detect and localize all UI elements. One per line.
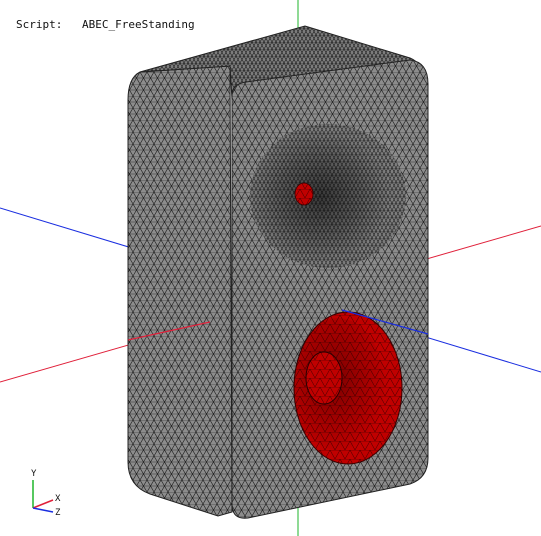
script-name: ABEC_FreeStanding xyxy=(82,18,195,31)
cabinet-side-face xyxy=(127,65,233,517)
3d-viewport[interactable]: Y X Z Script: ABEC_FreeStanding xyxy=(0,0,541,536)
mesh-scene[interactable]: Y X Z xyxy=(0,0,541,536)
tweeter-waveguide-shade xyxy=(250,130,390,262)
script-label: Script: xyxy=(16,18,63,31)
woofer-dustcap xyxy=(305,351,343,405)
tweeter-dome xyxy=(294,182,314,206)
orientation-triad: Y X Z xyxy=(31,469,61,518)
triad-y-label: Y xyxy=(31,469,37,479)
triad-x-label: X xyxy=(55,494,61,504)
triad-z-label: Z xyxy=(55,508,61,518)
